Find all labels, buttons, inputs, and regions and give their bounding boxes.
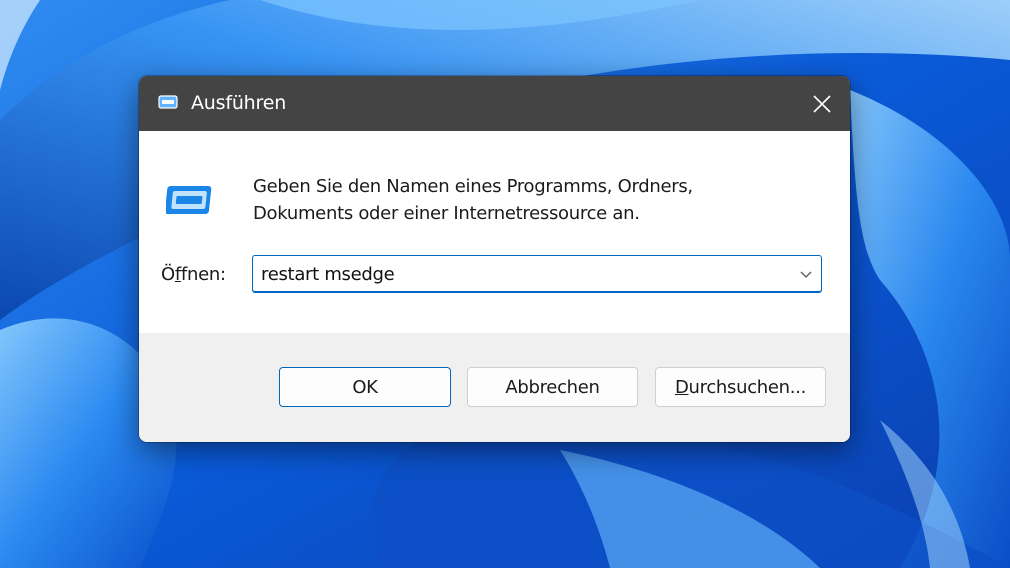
window-title: Ausführen [191,92,287,114]
instruction-text: Geben Sie den Namen eines Programms, Ord… [253,173,813,227]
chevron-down-icon[interactable] [797,265,815,283]
command-input[interactable] [261,256,781,292]
close-icon [813,94,831,113]
button-bar: OK Abbrechen Durchsuchen... [139,333,850,442]
title-bar[interactable]: Ausführen [139,76,850,131]
instruction-line-1: Geben Sie den Namen eines Programms, Ord… [253,176,693,197]
run-icon [158,95,178,109]
ok-button[interactable]: OK [279,367,451,407]
cancel-button[interactable]: Abbrechen [467,367,638,407]
instruction-line-2: Dokuments oder einer Internetressource a… [253,203,640,224]
run-icon [166,186,212,214]
open-label: Öffnen: [161,264,226,285]
browse-button[interactable]: Durchsuchen... [655,367,826,407]
close-button[interactable] [794,76,850,131]
dialog-content: Geben Sie den Namen eines Programms, Ord… [139,131,850,333]
open-combobox[interactable] [252,255,822,293]
run-dialog: Ausführen Geben Sie den Namen eines Prog… [139,76,850,442]
